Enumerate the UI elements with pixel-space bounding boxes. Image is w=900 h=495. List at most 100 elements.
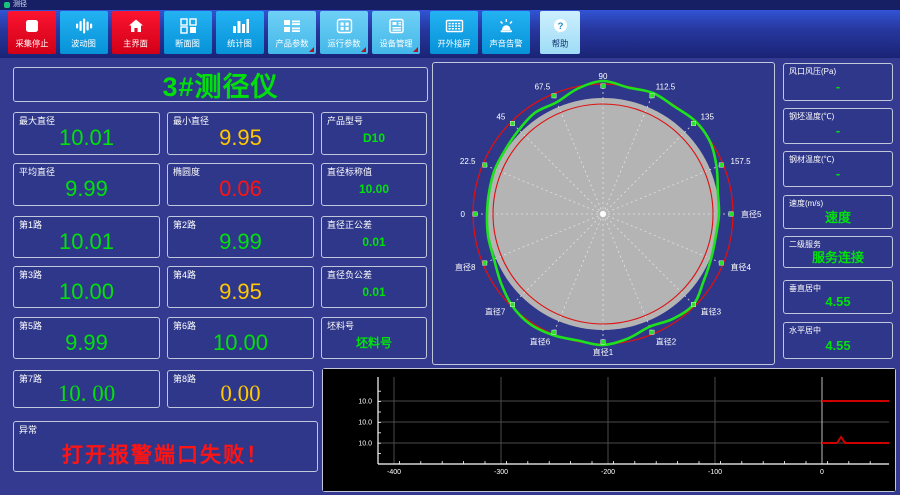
measure-cell-直径负公差: 直径负公差 0.01 (321, 266, 427, 308)
toolbar-button-1[interactable]: 采集停止 (8, 11, 56, 54)
toolbar-button-8[interactable]: 设备管理 (372, 11, 420, 54)
toolbar-button-label: 开外接屏 (437, 39, 471, 49)
axis-marker (718, 260, 724, 266)
center-point (599, 210, 607, 218)
cell-value: 0.01 (362, 234, 386, 249)
status-value: 4.55 (825, 294, 851, 309)
cell-value: 9.99 (219, 228, 262, 254)
toolbar-button-label: 声音告警 (489, 39, 523, 49)
axis-marker (691, 121, 696, 126)
window-title: 测径 (13, 1, 27, 8)
measure-cell-第2路: 第2路 9.99 (167, 216, 314, 258)
axis-label: 直径7 (485, 307, 506, 317)
toolbar: 采集停止 波动图 主界面 断面图 统计图 产品参数 运行参数 设备管理 开外接屏 声音告警? 帮助 (0, 10, 900, 58)
toolbar-button-5[interactable]: 统计图 (216, 11, 264, 54)
axis-label: 157.5 (731, 157, 752, 166)
cell-value: 10. 00 (57, 380, 116, 406)
axis-marker (600, 339, 606, 345)
status-cell-钢材温度(℃): 钢材温度(℃) - (783, 151, 893, 187)
axis-marker (551, 93, 557, 99)
cell-value: 0.00 (220, 380, 261, 406)
toolbar-button-4[interactable]: 断面图 (164, 11, 212, 54)
measure-cell-最大直径: 最大直径 10.01 (13, 112, 160, 155)
toolbar-button-label: 采集停止 (15, 39, 49, 49)
dropdown-arrow-icon (309, 47, 314, 52)
run-params-icon (336, 16, 353, 35)
status-value: 速度 (824, 210, 851, 225)
cell-value: 0.06 (219, 176, 262, 201)
svg-text:0: 0 (820, 469, 824, 476)
toolbar-button-3[interactable]: 主界面 (112, 11, 160, 54)
axis-label: 直径2 (656, 337, 677, 347)
status-value: - (835, 123, 841, 138)
product-params-icon (283, 16, 301, 35)
measure-cell-直径标称值: 直径标称值 10.00 (321, 163, 427, 206)
cell-value: 10.00 (58, 278, 115, 304)
axis-marker (510, 121, 515, 126)
status-cell-钢坯温度(℃): 钢坯温度(℃) - (783, 108, 893, 144)
svg-text:-400: -400 (387, 469, 401, 476)
status-cell-二级服务: 二级服务 服务连接 (783, 236, 893, 268)
cell-value: 0.01 (362, 284, 386, 299)
toolbar-button-9[interactable]: 开外接屏 (430, 11, 478, 54)
svg-text:10.0: 10.0 (358, 441, 372, 448)
measure-cell-最小直径: 最小直径 9.95 (167, 112, 314, 155)
toolbar-button-2[interactable]: 波动图 (60, 11, 108, 54)
cell-value: 坯料号 (355, 336, 392, 350)
axis-label: 67.5 (535, 83, 551, 92)
axis-label: 直径1 (593, 347, 614, 357)
toolbar-button-label: 帮助 (551, 39, 569, 49)
status-cell-水平居中: 水平居中 4.55 (783, 322, 893, 359)
measure-cell-第4路: 第4路 9.95 (167, 266, 314, 308)
axis-marker (551, 329, 557, 335)
axis-label: 直径5 (741, 209, 762, 219)
axis-label: 0 (461, 210, 466, 219)
axis-label: 112.5 (656, 83, 676, 92)
toolbar-button-label: 运行参数 (327, 39, 361, 49)
toolbar-button-6[interactable]: 产品参数 (268, 11, 316, 54)
cross-section-panel: 0 22.5 45 67.5 90 112.5 135 157.5 直径5 直径4 直径3 直径2 直径… (432, 62, 775, 365)
axis-label: 135 (701, 112, 715, 121)
axis-marker (482, 260, 488, 266)
axis-label: 直径3 (701, 307, 722, 317)
status-cell-速度(m/s): 速度(m/s) 速度 (783, 195, 893, 229)
toolbar-button-label: 主界面 (123, 39, 149, 49)
cell-value: 9.95 (219, 278, 262, 304)
measure-cell-第3路: 第3路 10.00 (13, 266, 160, 308)
status-value: - (835, 166, 841, 181)
toolbar-button-7[interactable]: 运行参数 (320, 11, 368, 54)
svg-text:10.0: 10.0 (358, 399, 372, 406)
home-icon (128, 16, 144, 35)
help-icon: ? (552, 16, 569, 35)
measure-cell-椭圆度: 椭圆度 0.06 (167, 163, 314, 206)
axis-label: 90 (599, 72, 608, 81)
toolbar-button-11[interactable]: ? 帮助 (540, 11, 580, 54)
axis-marker (691, 302, 696, 307)
measure-cell-产品型号: 产品型号 D10 (321, 112, 427, 155)
svg-text:?: ? (557, 20, 563, 31)
svg-text:-200: -200 (601, 469, 615, 476)
cell-value: 10.00 (212, 329, 269, 355)
status-cell-垂直居中: 垂直居中 4.55 (783, 280, 893, 314)
axis-label: 直径4 (731, 262, 752, 272)
app-icon (4, 2, 10, 8)
measure-cell-第8路: 第8路 0.00 (167, 370, 314, 408)
axis-marker (728, 211, 734, 217)
section-view-icon (179, 16, 197, 35)
svg-text:-100: -100 (708, 469, 722, 476)
measure-cell-第6路: 第6路 10.00 (167, 317, 314, 359)
device-mgmt-icon (388, 16, 405, 35)
toolbar-button-label: 产品参数 (275, 39, 309, 49)
toolbar-button-label: 波动图 (71, 39, 97, 49)
title-bar: 测径 (0, 0, 900, 10)
toolbar-button-10[interactable]: 声音告警 (482, 11, 530, 54)
device-title-panel: 3#测径仪 (13, 67, 428, 102)
axis-marker (649, 93, 655, 99)
measure-cell-第7路: 第7路 10. 00 (13, 370, 160, 408)
axis-marker (600, 83, 606, 89)
measure-cell-直径正公差: 直径正公差 0.01 (321, 216, 427, 258)
axis-marker (510, 302, 515, 307)
cell-value: 10.00 (358, 182, 390, 196)
measure-cell-坯料号: 坯料号 坯料号 (321, 317, 427, 359)
alarm-panel: 异常 打开报警端口失败！ (13, 421, 318, 472)
